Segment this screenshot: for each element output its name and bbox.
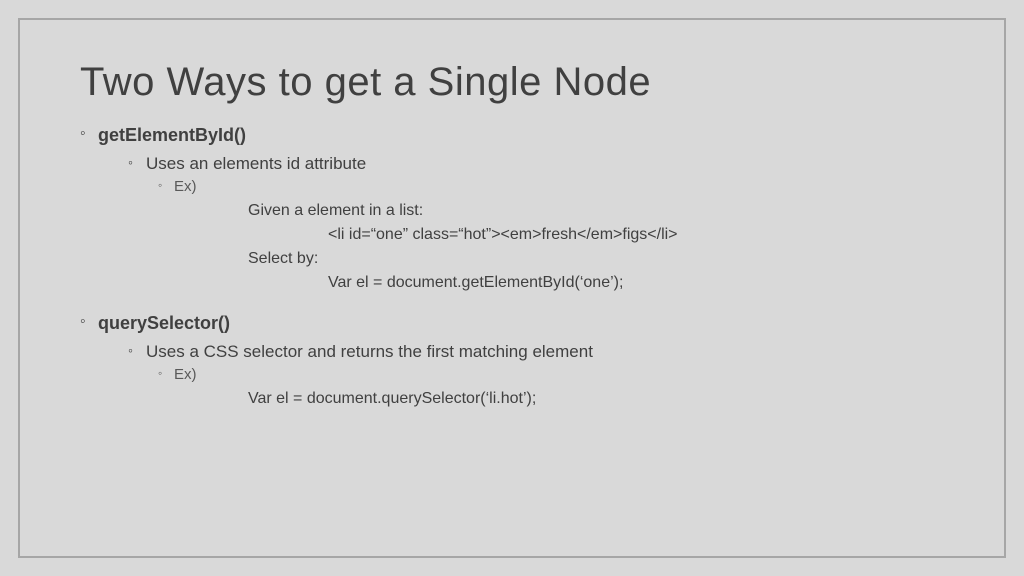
example-label: Ex) — [158, 366, 944, 383]
method-name: getElementById() — [98, 125, 246, 145]
method-desc: Uses a CSS selector and returns the firs… — [128, 342, 944, 362]
method-item: getElementById() Uses an elements id att… — [80, 125, 944, 295]
method-name: querySelector() — [98, 313, 230, 333]
example-list: Ex) — [158, 178, 944, 195]
method-sublist: Uses an elements id attribute Ex) Given … — [128, 154, 944, 295]
code-block: Var el = document.querySelector(‘li.hot’… — [128, 387, 944, 411]
slide-frame: Two Ways to get a Single Node getElement… — [18, 18, 1006, 558]
slide: Two Ways to get a Single Node getElement… — [0, 0, 1024, 576]
code-line: Var el = document.getElementById(‘one’); — [128, 271, 944, 295]
slide-title: Two Ways to get a Single Node — [80, 60, 944, 105]
example-list: Ex) — [158, 366, 944, 383]
example-label: Ex) — [158, 178, 944, 195]
method-item: querySelector() Uses a CSS selector and … — [80, 313, 944, 411]
code-block: Given a element in a list: <li id=“one” … — [128, 199, 944, 295]
code-line: <li id=“one” class=“hot”><em>fresh</em>f… — [128, 223, 944, 247]
code-line: Given a element in a list: — [128, 199, 944, 223]
code-line: Var el = document.querySelector(‘li.hot’… — [128, 387, 944, 411]
content-list: getElementById() Uses an elements id att… — [80, 125, 944, 411]
method-desc: Uses an elements id attribute — [128, 154, 944, 174]
method-sublist: Uses a CSS selector and returns the firs… — [128, 342, 944, 411]
code-line: Select by: — [128, 247, 944, 271]
